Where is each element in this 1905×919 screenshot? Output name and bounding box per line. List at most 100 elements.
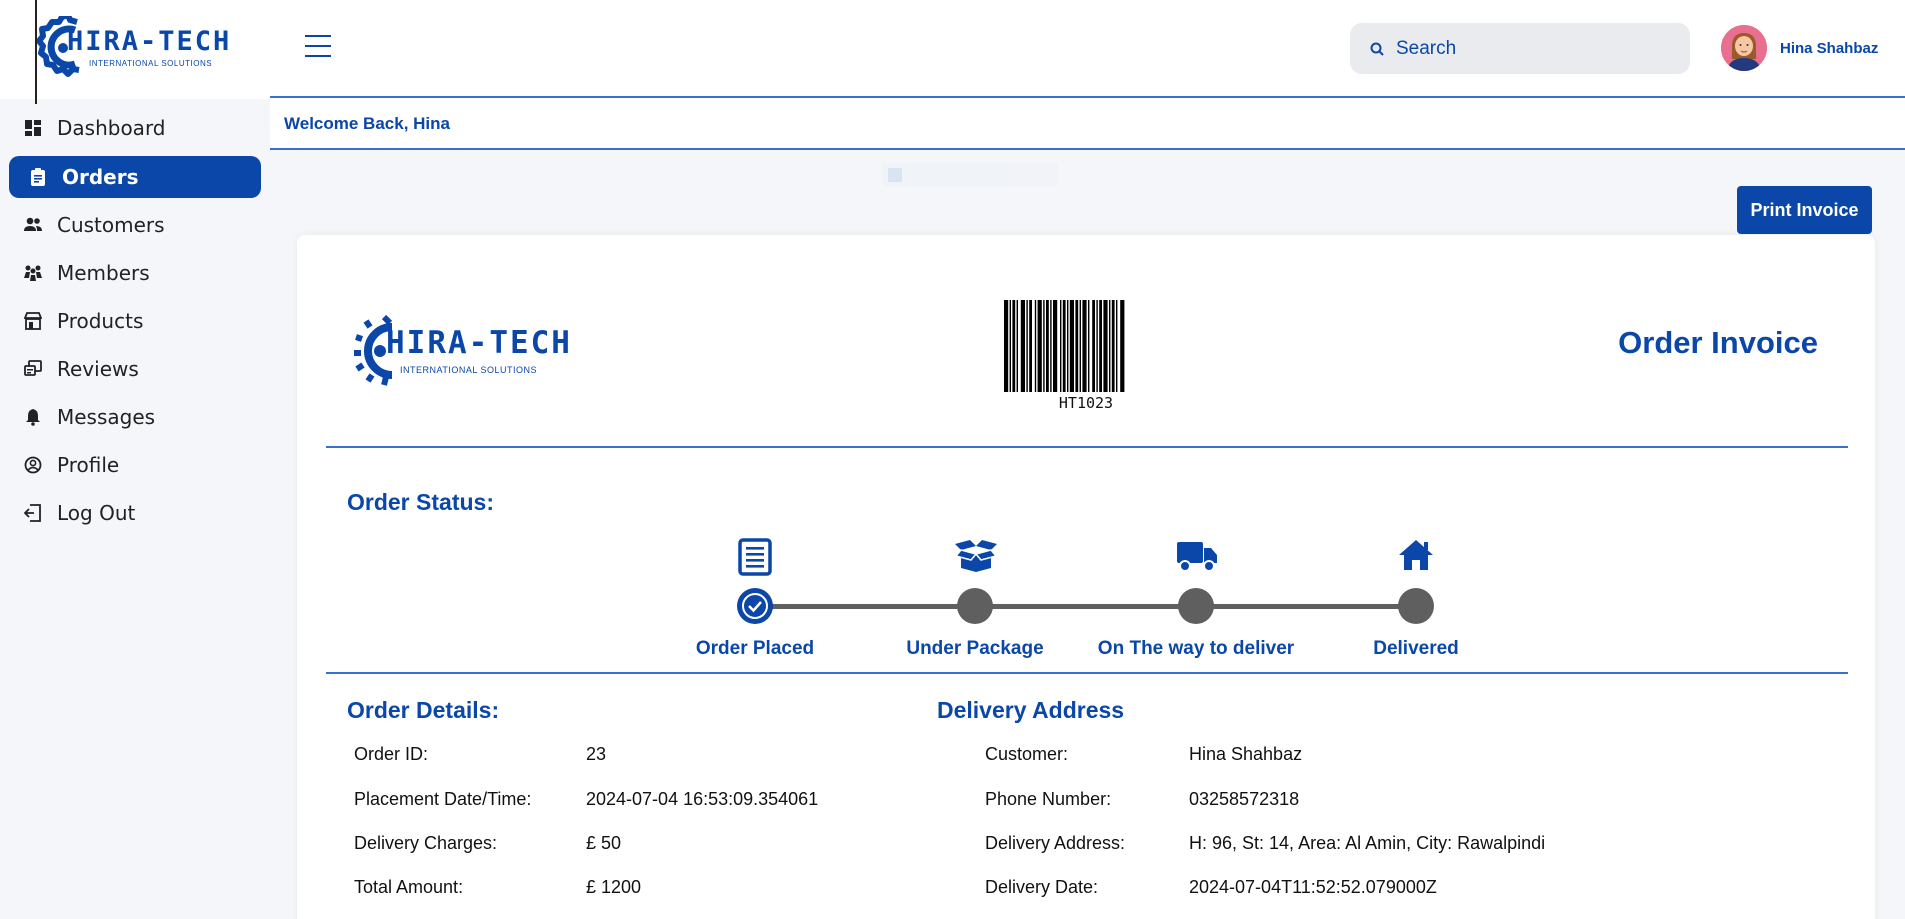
barcode-text: HT1023 [1058,394,1114,412]
document-icon [738,538,772,576]
sidebar-item-logout[interactable]: Log Out [9,492,261,534]
invoice-card: HIRA-TECH INTERNATIONAL SOLUTIONS HT1023… [297,235,1875,919]
order-status-heading: Order Status: [347,489,494,515]
barcode-bar [1009,300,1011,392]
address-label: Delivery Address: [985,833,1126,853]
step-label-order-placed: Order Placed [695,638,815,659]
barcode-bar [1016,300,1018,392]
sidebar-item-label: Log Out [57,501,136,525]
sidebar-item-orders[interactable]: Orders [9,156,261,198]
header-divider [326,446,1848,448]
check-circle-icon [742,593,768,619]
house-icon [1399,540,1433,570]
faded-placeholder [882,163,1058,187]
step-dot-delivered [1398,588,1434,624]
logo-tagline: INTERNATIONAL SOLUTIONS [89,59,213,68]
address-label: Phone Number: [985,789,1112,809]
people-icon [24,217,42,231]
truck-icon [1177,542,1217,572]
barcode-bar [1043,300,1045,392]
detail-value: £ 1200 [586,877,642,897]
search-box[interactable] [1350,23,1690,74]
barcode-bar [1116,300,1118,392]
barcode-bar [1026,300,1028,392]
barcode-bar [1062,300,1066,392]
barcode-bar [1099,300,1102,392]
sidebar-item-members[interactable]: Members [9,252,261,294]
detail-value: £ 50 [586,833,622,853]
bell-icon [26,409,40,426]
menu-toggle-icon[interactable] [305,35,331,57]
sidebar-item-dashboard[interactable]: Dashboard [9,107,261,149]
address-label: Customer: [985,744,1069,764]
detail-label: Total Amount: [354,877,464,897]
company-logo[interactable]: HIRA-TECH INTERNATIONAL SOLUTIONS [37,16,231,80]
logo-wordmark: HIRA-TECH [67,26,232,57]
barcode-bar [1111,300,1115,392]
sidebar-item-messages[interactable]: Messages [9,396,261,438]
address-value: H: 96, St: 14, Area: Al Amin, City: Rawa… [1189,833,1546,853]
user-name[interactable]: Hina Shahbaz [1780,40,1878,57]
logo-wordmark: HIRA-TECH [386,324,572,361]
detail-label: Delivery Charges: [354,833,498,853]
welcome-message: Welcome Back, Hina [284,114,450,133]
address-value: 03258572318 [1189,789,1300,809]
barcode-bar [1067,300,1069,392]
barcode-bar [1060,300,1062,392]
barcode-bar [1046,300,1049,392]
address-value: Hina Shahbaz [1189,744,1303,764]
sidebar-item-label: Members [57,261,150,285]
barcode-bar [1053,300,1058,392]
progress-track [755,604,1415,609]
sidebar-item-label: Reviews [57,357,139,381]
sidebar-item-customers[interactable]: Customers [9,204,261,246]
faded-box-icon [888,168,902,182]
barcode-bar [1050,300,1052,392]
sidebar-item-profile[interactable]: Profile [9,444,261,486]
barcode-bar [1092,300,1095,392]
barcode-bar [1020,300,1025,392]
sidebar-item-label: Products [57,309,144,333]
welcome-bar: Welcome Back, Hina [270,98,1905,150]
sidebar-item-label: Orders [62,165,139,189]
detail-value: 23 [586,744,607,764]
order-details-heading: Order Details: [347,697,500,723]
address-label: Delivery Date: [985,877,1099,897]
search-icon [1370,42,1384,56]
step-dot-under-package [957,588,993,624]
sidebar-item-reviews[interactable]: Reviews [9,348,261,390]
sidebar-item-label: Profile [57,453,120,477]
logo-tagline: INTERNATIONAL SOLUTIONS [400,364,538,375]
sidebar-item-products[interactable]: Products [9,300,261,342]
barcode-bar [1034,300,1037,392]
barcode-bar [1079,300,1081,392]
detail-label: Placement Date/Time: [354,789,532,809]
store-icon [24,312,42,330]
detail-value: 2024-07-04 16:53:09.354061 [586,789,819,809]
status-divider [326,672,1848,674]
invoice-logo: HIRA-TECH INTERNATIONAL SOLUTIONS [354,315,572,387]
open-box-icon [955,540,997,572]
brand-header: HIRA-TECH INTERNATIONAL SOLUTIONS [0,0,270,104]
avatar[interactable] [1721,25,1767,71]
barcode-bar [1004,300,1009,392]
dashboard-icon [25,120,41,136]
barcode-bar [1088,300,1090,392]
sidebar-item-label: Customers [57,213,165,237]
delivery-address-heading: Delivery Address [937,697,1125,723]
detail-label: Order ID: [354,744,429,764]
user-avatar-icon [1721,25,1767,71]
search-input[interactable] [1396,37,1676,60]
invoice-title: Order Invoice [1618,325,1818,360]
step-dot-on-the-way [1178,588,1214,624]
print-invoice-button[interactable]: Print Invoice [1737,186,1872,234]
step-dot-order-placed [737,588,773,624]
sidebar-item-label: Messages [57,405,156,429]
barcode-bar [1075,300,1079,392]
barcode-bar [1069,300,1074,392]
reviews-icon [24,360,42,376]
step-label-on-the-way: On The way to deliver [1097,638,1295,659]
sidebar: HIRA-TECH INTERNATIONAL SOLUTIONS Dashbo… [0,0,270,919]
barcode-bar [1096,300,1098,392]
barcode-bar [1029,300,1032,392]
